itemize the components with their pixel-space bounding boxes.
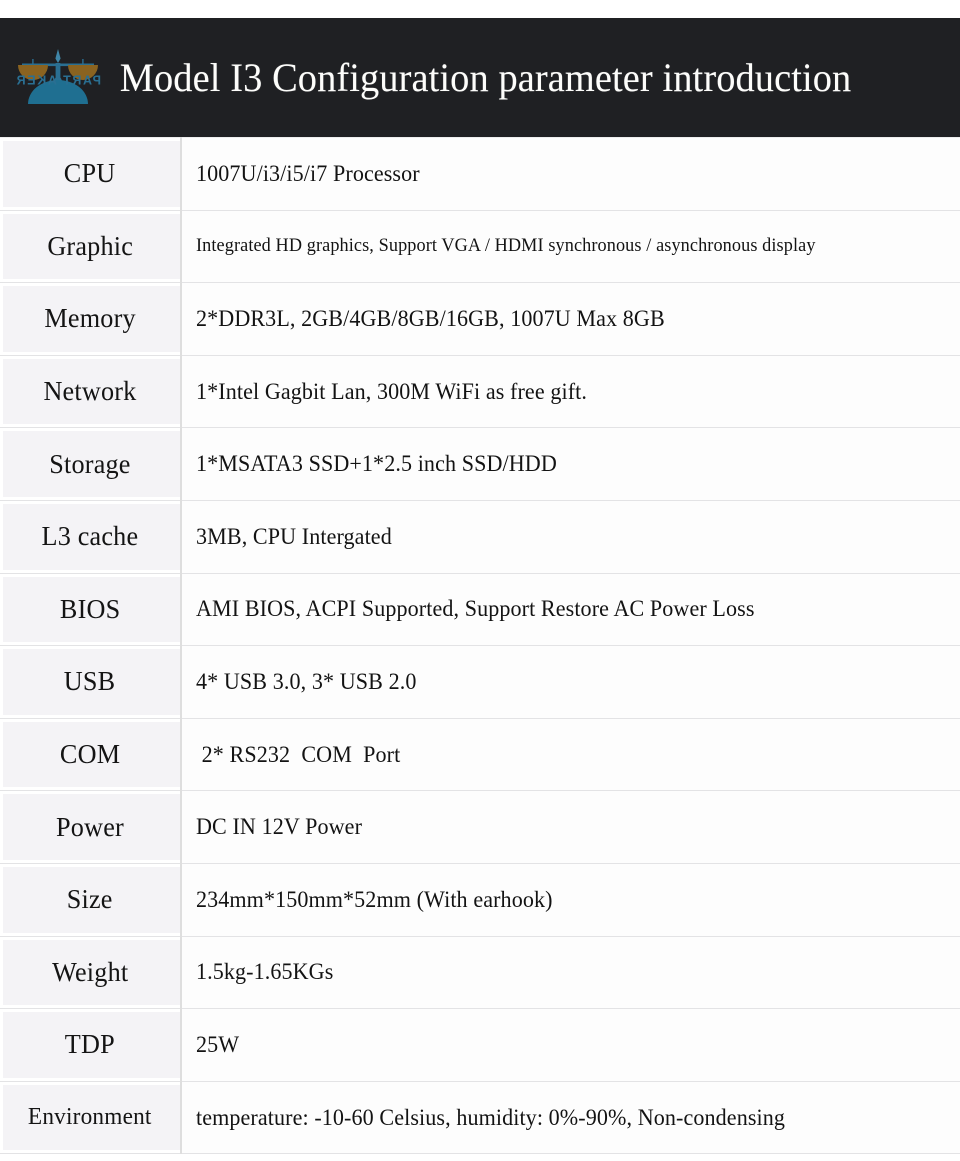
page-header-banner: PART AKER Model I3 Configuration paramet…	[0, 18, 960, 137]
top-white-margin	[0, 0, 960, 18]
spec-value-text: 4* USB 3.0, 3* USB 2.0	[196, 668, 417, 694]
spec-label-network: Network	[0, 354, 182, 429]
table-row: Memory 2*DDR3L, 2GB/4GB/8GB/16GB, 1007U …	[0, 282, 960, 356]
spec-value-network: 1*Intel Gagbit Lan, 300M WiFi as free gi…	[181, 354, 960, 429]
spec-value-storage: 1*MSATA3 SSD+1*2.5 inch SSD/HDD	[181, 427, 960, 501]
spec-label-text: Network	[43, 376, 137, 407]
spec-value-tdp: 25W	[181, 1008, 960, 1082]
page-title: Model I3 Configuration parameter introdu…	[119, 54, 852, 100]
spec-label-text: BIOS	[59, 593, 121, 624]
spec-value-power: DC IN 12V Power	[181, 790, 960, 864]
spec-label-text: COM	[59, 739, 121, 770]
spec-label-bios: BIOS	[0, 572, 182, 647]
table-row: USB 4* USB 3.0, 3* USB 2.0	[0, 645, 960, 719]
table-row: Size 234mm*150mm*52mm (With earhook)	[0, 862, 960, 937]
spec-value-text: DC IN 12V Power	[196, 814, 363, 840]
spec-label-text: USB	[64, 666, 116, 697]
spec-label-environment: Environment	[0, 1080, 182, 1155]
spec-value-cpu: 1007U/i3/i5/i7 Processor	[181, 137, 960, 211]
spec-value-text: 2*DDR3L, 2GB/4GB/8GB/16GB, 1007U Max 8GB	[196, 305, 665, 331]
spec-label-size: Size	[0, 862, 182, 937]
spec-value-text: temperature: -10-60 Celsius, humidity: 0…	[196, 1104, 786, 1130]
spec-label-text: Power	[56, 811, 124, 842]
spec-value-text: 25W	[196, 1031, 240, 1057]
spec-value-size: 234mm*150mm*52mm (With earhook)	[181, 862, 960, 937]
spec-label-text: TDP	[64, 1029, 116, 1060]
spec-value-usb: 4* USB 3.0, 3* USB 2.0	[181, 645, 960, 719]
table-row: Weight 1.5kg-1.65KGs	[0, 935, 960, 1010]
spec-label-text: L3 cache	[41, 521, 139, 552]
spec-value-text: 1007U/i3/i5/i7 Processor	[196, 160, 420, 186]
table-row: TDP 25W	[0, 1008, 960, 1082]
spec-value-memory: 2*DDR3L, 2GB/4GB/8GB/16GB, 1007U Max 8GB	[181, 282, 960, 356]
spec-value-text: AMI BIOS, ACPI Supported, Support Restor…	[196, 596, 755, 622]
table-row: L3 cache 3MB, CPU Intergated	[0, 499, 960, 574]
spec-label-text: Storage	[49, 448, 131, 479]
spec-label-text: Graphic	[47, 230, 133, 261]
spec-value-com: 2* RS232 COM Port	[181, 717, 960, 792]
table-row: Network 1*Intel Gagbit Lan, 300M WiFi as…	[0, 354, 960, 429]
partaker-balance-scale-logo: PART AKER	[8, 46, 108, 110]
table-row: Power DC IN 12V Power	[0, 790, 960, 864]
spec-value-text: 1*MSATA3 SSD+1*2.5 inch SSD/HDD	[196, 451, 557, 477]
spec-value-environment: temperature: -10-60 Celsius, humidity: 0…	[181, 1080, 960, 1155]
specification-table-body: CPU 1007U/i3/i5/i7 Processor Graphic Int…	[0, 137, 960, 1155]
spec-value-text: 1.5kg-1.65KGs	[196, 959, 334, 985]
spec-value-text: 3MB, CPU Intergated	[196, 523, 392, 549]
spec-label-storage: Storage	[0, 427, 182, 501]
spec-label-text: Memory	[44, 303, 136, 334]
table-row: Storage 1*MSATA3 SSD+1*2.5 inch SSD/HDD	[0, 427, 960, 501]
table-row: COM 2* RS232 COM Port	[0, 717, 960, 792]
spec-label-graphic: Graphic	[0, 209, 182, 284]
spec-value-text: 1*Intel Gagbit Lan, 300M WiFi as free gi…	[196, 378, 588, 404]
table-row: Graphic Integrated HD graphics, Support …	[0, 209, 960, 284]
spec-label-usb: USB	[0, 645, 182, 719]
spec-label-text: Environment	[28, 1104, 152, 1131]
spec-label-tdp: TDP	[0, 1008, 182, 1082]
spec-value-weight: 1.5kg-1.65KGs	[181, 935, 960, 1010]
spec-label-l3-cache: L3 cache	[0, 499, 182, 574]
table-row: Environment temperature: -10-60 Celsius,…	[0, 1080, 960, 1155]
spec-label-power: Power	[0, 790, 182, 864]
spec-value-bios: AMI BIOS, ACPI Supported, Support Restor…	[181, 572, 960, 647]
table-row: BIOS AMI BIOS, ACPI Supported, Support R…	[0, 572, 960, 647]
spec-value-text: 234mm*150mm*52mm (With earhook)	[196, 886, 553, 912]
spec-label-com: COM	[0, 717, 182, 792]
spec-label-text: Weight	[51, 956, 129, 987]
spec-value-text: Integrated HD graphics, Support VGA / HD…	[196, 235, 816, 257]
svg-text:PART AKER: PART AKER	[15, 73, 101, 87]
product-spec-page: PART AKER Model I3 Configuration paramet…	[0, 0, 960, 1161]
spec-label-text: CPU	[64, 158, 116, 189]
spec-value-graphic: Integrated HD graphics, Support VGA / HD…	[181, 209, 960, 284]
spec-value-l3-cache: 3MB, CPU Intergated	[181, 499, 960, 574]
specification-table: CPU 1007U/i3/i5/i7 Processor Graphic Int…	[0, 137, 960, 1155]
spec-label-weight: Weight	[0, 935, 182, 1010]
spec-label-memory: Memory	[0, 282, 182, 356]
table-row: CPU 1007U/i3/i5/i7 Processor	[0, 137, 960, 211]
spec-label-text: Size	[67, 884, 113, 915]
spec-value-text: 2* RS232 COM Port	[196, 741, 401, 767]
spec-label-cpu: CPU	[0, 137, 182, 211]
